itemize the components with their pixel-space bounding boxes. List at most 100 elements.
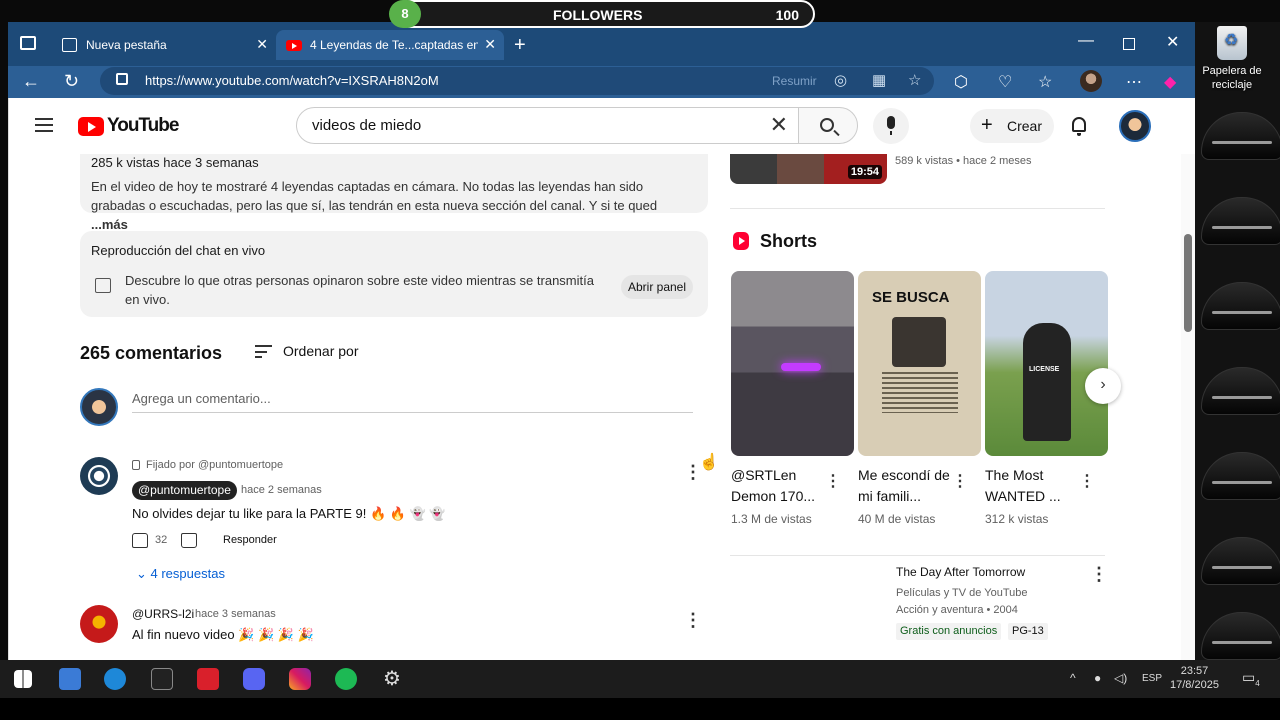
comment-text: No olvides dejar tu like para la PARTE 9… [132,506,446,521]
settings-gear-icon[interactable]: ⚙ [381,668,403,690]
short-card[interactable]: SE BUSCA Me escondí de mi famili... 40 M… [858,271,981,526]
comment-avatar[interactable] [80,605,118,643]
maximize-button[interactable] [1123,38,1135,50]
chevron-up-icon[interactable]: ^ [1070,671,1076,685]
tab-new[interactable]: Nueva pestaña ✕ [52,30,276,60]
minimize-button[interactable]: — [1078,32,1094,50]
scrollbar[interactable] [1181,154,1195,660]
summarize-icon[interactable]: ◎ [834,71,847,89]
youtube-play-icon [78,116,104,136]
video-views-date: 285 k vistas hace 3 semanas [91,155,259,170]
short-thumbnail[interactable]: LICENSE [985,271,1108,456]
more-menu-icon[interactable]: ⋯ [1126,72,1142,92]
voice-search-button[interactable] [873,108,909,144]
clock[interactable]: 23:57 17/8/2025 [1170,664,1219,692]
notifications-icon[interactable]: ▭4 [1242,669,1260,688]
tab-youtube[interactable]: 4 Leyendas de Te...captadas en ✕ [276,30,504,60]
car-wallpaper-image [1201,112,1280,160]
lock-icon[interactable] [116,73,128,85]
short-thumbnail[interactable]: SE BUSCA [858,271,981,456]
refresh-button[interactable]: ↻ [64,71,79,92]
view-replies-button[interactable]: ⌄ 4 respuestas [136,566,225,582]
summarize-button[interactable]: Resumir [772,74,817,88]
short-title[interactable]: The Most WANTED ... [985,465,1085,507]
movie-more-icon[interactable]: ⋮ [1090,564,1108,585]
app-icon[interactable] [151,668,173,690]
youtube-logo-text: YouTube [107,115,179,136]
comment-more-icon[interactable]: ⋮ [684,610,702,631]
short-card[interactable]: @SRTLen Demon 170... 1.3 M de vistas ⋮ [731,271,854,526]
comment-time[interactable]: hace 3 semanas [195,608,276,620]
clear-search-icon[interactable]: ✕ [770,112,788,138]
chevron-down-icon: ⌄ [136,566,151,581]
url-text[interactable]: https://www.youtube.com/watch?v=IXSRAH8N… [145,73,439,88]
create-button[interactable]: + Crear [970,109,1054,143]
short-more-icon[interactable]: ⋮ [1079,471,1095,491]
back-button[interactable]: ← [22,71,40,92]
copilot-icon[interactable]: ◆ [1164,72,1176,92]
x-app-icon[interactable] [197,668,219,690]
like-icon[interactable] [132,533,148,548]
open-panel-button[interactable]: Abrir panel [621,275,693,299]
short-title[interactable]: @SRTLen Demon 170... [731,465,831,507]
car-wallpaper-image [1201,282,1280,330]
tab-icon [62,38,77,52]
volume-icon[interactable]: ◁) [1114,671,1127,685]
youtube-logo[interactable]: YouTube [78,115,179,137]
extensions-icon[interactable]: ⬡ [954,72,968,92]
new-tab-button[interactable]: + [514,34,526,57]
profile-avatar[interactable] [1080,70,1102,92]
menu-icon[interactable] [35,118,53,132]
pin-icon [132,460,140,470]
browser-essentials-icon[interactable]: ♡ [998,72,1012,92]
movie-title[interactable]: The Day After Tomorrow [896,565,1025,579]
store-icon[interactable] [59,668,81,690]
add-comment-input[interactable]: Agrega un comentario... [132,391,693,413]
comment-avatar[interactable] [80,457,118,495]
microphone-tray-icon[interactable]: ● [1094,671,1101,685]
search-button[interactable] [798,107,858,144]
search-input[interactable]: videos de miedo ✕ [296,107,799,144]
video-duration: 19:54 [847,165,882,179]
close-tab-icon[interactable]: ✕ [484,36,496,53]
short-thumbnail[interactable] [731,271,854,456]
apps-icon[interactable]: ▦ [872,71,886,89]
spotify-icon[interactable] [335,668,357,690]
start-icon[interactable] [14,670,32,688]
tab-actions-icon[interactable] [20,36,36,50]
recycle-bin[interactable]: Papelera de reciclaje [1200,26,1264,92]
favorites-icon[interactable]: ☆ [1038,72,1052,92]
show-more-link[interactable]: ...más [91,217,128,232]
comment-time[interactable]: hace 2 semanas [241,484,322,496]
comment-author[interactable]: @puntomuertope [132,481,237,500]
instagram-icon[interactable] [289,668,311,690]
reply-button[interactable]: Responder [223,534,277,546]
short-title[interactable]: Me escondí de mi famili... [858,465,958,507]
favorite-star-icon[interactable]: ☆ [908,71,921,89]
discord-icon[interactable] [243,668,265,690]
short-more-icon[interactable]: ⋮ [952,471,968,491]
license-sign: LICENSE [1029,366,1060,373]
search-query[interactable]: videos de miedo [312,117,421,134]
desktop-wallpaper [1195,22,1280,662]
dislike-icon[interactable] [181,533,197,548]
scrollbar-thumb[interactable] [1184,234,1192,332]
video-meta: 589 k vistas • hace 2 meses [895,155,1032,167]
notifications-bell-icon[interactable] [1072,117,1086,136]
address-bar[interactable]: https://www.youtube.com/watch?v=IXSRAH8N… [100,67,934,95]
close-window-button[interactable]: ✕ [1166,32,1179,52]
close-tab-icon[interactable]: ✕ [256,36,268,53]
short-more-icon[interactable]: ⋮ [825,471,841,491]
language-indicator[interactable]: ESP [1142,673,1162,684]
short-views: 40 M de vistas [858,512,936,526]
account-avatar[interactable] [1119,110,1151,142]
video-details-column: 285 k vistas hace 3 semanas En el video … [80,98,708,660]
stream-overlay-badge: 8 [389,0,421,28]
short-views: 1.3 M de vistas [731,512,812,526]
comment-author[interactable]: @URRS-l2i [132,607,194,621]
shorts-next-button[interactable]: › [1085,368,1121,404]
edge-icon[interactable] [104,668,126,690]
car-wallpaper-image [1201,537,1280,585]
video-description[interactable]: 285 k vistas hace 3 semanas En el video … [80,147,708,232]
comments-count: 265 comentarios [80,343,223,363]
